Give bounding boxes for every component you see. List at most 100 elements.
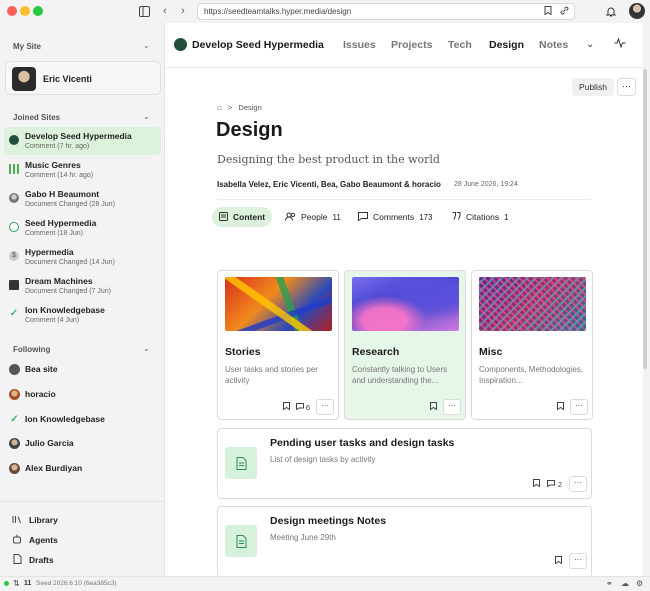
site-activity: Comment (14 hr. ago): [25, 172, 94, 179]
zoom-window-button[interactable]: [33, 6, 43, 16]
drafts-link[interactable]: Drafts: [12, 552, 54, 568]
document-title: Design meetings Notes: [270, 515, 387, 527]
my-site-card[interactable]: Eric Vicenti: [5, 61, 161, 95]
document-list-item[interactable]: Pending user tasks and design tasks List…: [217, 428, 592, 499]
following-item[interactable]: Julio Garcia: [4, 434, 161, 454]
library-icon: [12, 515, 22, 526]
card-more-button[interactable]: ···: [443, 399, 461, 415]
tab-projects[interactable]: Projects: [391, 39, 432, 51]
document-card[interactable]: Research Constantly talking to Users and…: [344, 270, 466, 420]
cloud-icon[interactable]: ☁: [621, 579, 629, 588]
tab-label: Content: [233, 212, 266, 222]
page-title: Design: [216, 119, 283, 141]
document-list-item[interactable]: Design meetings Notes Meeting June 29th …: [217, 506, 592, 576]
tab-tech[interactable]: Tech: [448, 39, 472, 51]
site-title[interactable]: Develop Seed Hypermedia: [192, 39, 324, 51]
tab-citations[interactable]: Citations 1: [445, 207, 516, 227]
document-footer: 2 ···: [532, 476, 587, 492]
library-link[interactable]: Library: [12, 512, 58, 528]
joined-site-item[interactable]: Music Genres Comment (14 hr. ago): [4, 156, 161, 184]
site-name: Music Genres: [25, 160, 81, 170]
more-options-button[interactable]: ···: [617, 78, 636, 96]
following-item[interactable]: ✓ Ion Knowledgebase: [4, 410, 161, 430]
bookmark-icon[interactable]: [557, 402, 564, 412]
forward-arrow-icon[interactable]: ›: [176, 4, 190, 18]
joined-site-item[interactable]: $ Hypermedia Document Changed (14 Jun): [4, 243, 161, 271]
document-more-button[interactable]: ···: [569, 553, 587, 569]
user-avatar-icon: [9, 463, 20, 474]
content-icon: [219, 211, 228, 223]
following-item[interactable]: horacio: [4, 385, 161, 405]
publish-button[interactable]: Publish: [572, 78, 614, 96]
notifications-bell-icon[interactable]: [604, 4, 618, 18]
tab-people[interactable]: People 11: [278, 207, 348, 227]
home-icon[interactable]: ⌂: [217, 103, 222, 112]
dollar-icon: $: [9, 251, 19, 261]
site-name: Hypermedia: [25, 247, 74, 257]
breadcrumb-current[interactable]: Design: [238, 103, 261, 112]
user-avatar: [12, 67, 36, 91]
window-titlebar: ‹ › https://seedteamtalks.hyper.media/de…: [0, 0, 650, 23]
seed-logo-icon[interactable]: [174, 38, 187, 51]
debug-icon[interactable]: ⚭: [606, 579, 613, 588]
account-avatar[interactable]: [629, 3, 645, 19]
comment-icon[interactable]: [546, 479, 555, 489]
site-activity: Comment (18 Jun): [25, 230, 83, 237]
drafts-label: Drafts: [29, 555, 54, 565]
site-name: Ion Knowledgebase: [25, 305, 105, 315]
tab-content[interactable]: Content: [212, 207, 273, 227]
publish-date: 28 June 2026, 19:24: [454, 181, 518, 188]
site-activity: Comment (4 Jun): [25, 317, 80, 324]
following-item[interactable]: Alex Burdiyan: [4, 459, 161, 479]
list-fade: [0, 483, 164, 495]
authors-list[interactable]: Isabella Velez, Eric Vicenti, Bea, Gabo …: [217, 180, 441, 189]
document-card[interactable]: Misc Components, Methodologies, Inspirat…: [471, 270, 593, 420]
card-more-button[interactable]: ···: [316, 399, 334, 415]
document-more-button[interactable]: ···: [569, 476, 587, 492]
card-image: [352, 277, 459, 331]
bookmark-icon[interactable]: [532, 479, 540, 489]
tab-issues[interactable]: Issues: [343, 39, 376, 51]
document-icon: [225, 525, 257, 557]
bookmark-icon[interactable]: [544, 6, 552, 17]
bookmark-icon[interactable]: [282, 402, 290, 412]
settings-gear-icon[interactable]: ⚙: [636, 579, 643, 588]
user-avatar-icon: [9, 389, 20, 400]
following-name: horacio: [25, 389, 56, 399]
bookmark-icon[interactable]: [555, 556, 562, 566]
tab-count: 173: [419, 212, 433, 222]
scrollbar[interactable]: [643, 69, 647, 369]
chevron-down-icon[interactable]: ⌄: [143, 41, 150, 50]
peers-icon[interactable]: ⇅: [13, 579, 20, 588]
minimize-window-button[interactable]: [20, 6, 30, 16]
online-status-dot: [4, 581, 9, 586]
agents-link[interactable]: Agents: [12, 532, 58, 548]
site-activity: Comment (7 hr. ago): [25, 143, 90, 150]
joined-site-item[interactable]: ✓ Ion Knowledgebase Comment (4 Jun): [4, 301, 161, 329]
sidebar-toggle-icon[interactable]: [137, 4, 151, 18]
chevron-down-icon[interactable]: ⌄: [143, 344, 150, 353]
site-activity: Document Changed (28 Jun): [25, 201, 115, 208]
joined-site-item[interactable]: Dream Machines Document Changed (7 Jun): [4, 272, 161, 300]
card-title: Research: [352, 346, 400, 358]
following-item[interactable]: Bea site: [4, 360, 161, 380]
tab-comments[interactable]: Comments 173: [351, 207, 439, 227]
activity-pulse-icon[interactable]: [614, 37, 626, 51]
document-card[interactable]: Stories User tasks and stories per activ…: [217, 270, 339, 420]
bookmark-icon[interactable]: [430, 402, 437, 412]
back-arrow-icon[interactable]: ‹: [158, 4, 172, 18]
tab-design[interactable]: Design: [489, 39, 524, 51]
comment-icon[interactable]: [295, 402, 304, 412]
joined-site-item[interactable]: Develop Seed Hypermedia Comment (7 hr. a…: [4, 127, 161, 155]
site-name: Dream Machines: [25, 276, 93, 286]
chevron-down-icon[interactable]: ⌄: [586, 39, 594, 50]
site-activity: Document Changed (14 Jun): [25, 259, 115, 266]
card-more-button[interactable]: ···: [570, 399, 588, 415]
joined-site-item[interactable]: Seed Hypermedia Comment (18 Jun): [4, 214, 161, 242]
close-window-button[interactable]: [7, 6, 17, 16]
tab-notes[interactable]: Notes: [539, 39, 568, 51]
link-icon[interactable]: [560, 6, 569, 17]
joined-site-item[interactable]: Gabo H Beaumont Document Changed (28 Jun…: [4, 185, 161, 213]
chevron-down-icon[interactable]: ⌄: [143, 112, 150, 121]
url-input[interactable]: https://seedteamtalks.hyper.media/design: [197, 3, 575, 20]
